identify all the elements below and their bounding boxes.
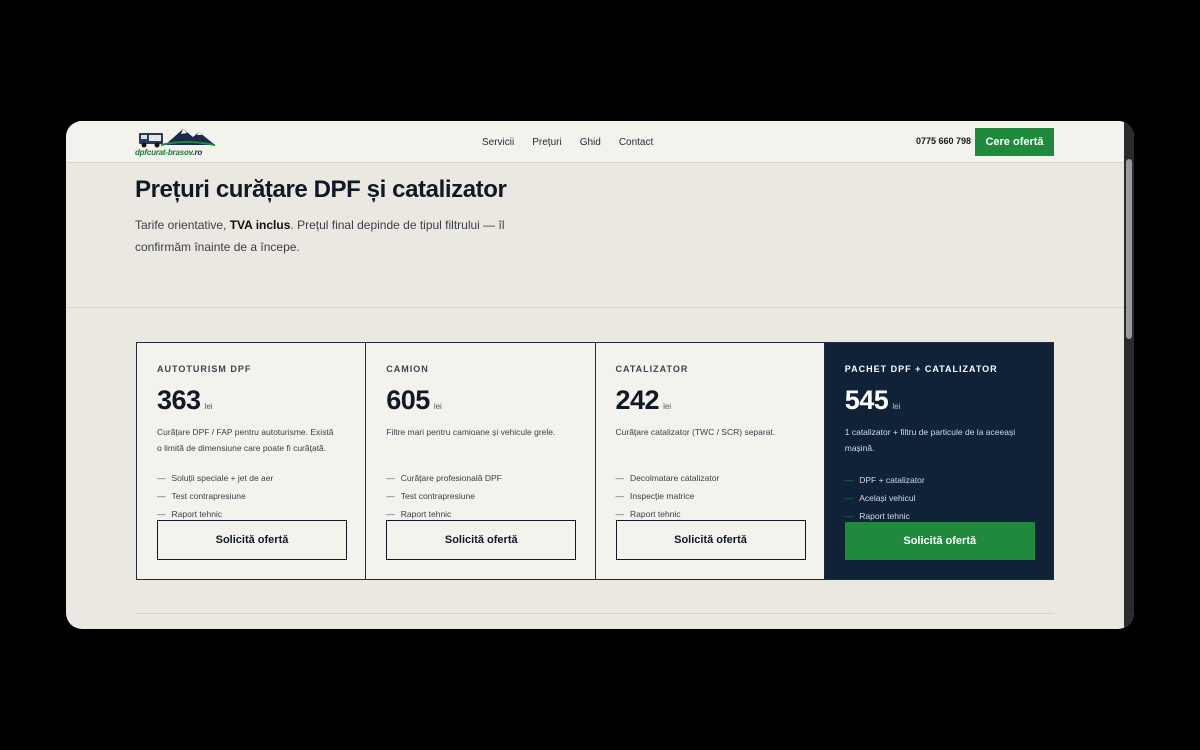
- price-unit: lei: [204, 402, 213, 411]
- card-description: Curățare DPF / FAP pentru autoturisme. E…: [157, 427, 334, 453]
- nav-contact[interactable]: Contact: [619, 137, 653, 148]
- vat-included-text: TVA inclus: [229, 218, 291, 232]
- card-price: 545: [844, 385, 889, 415]
- pricing-card-autoturism: AUTOTURISM DPF 363 lei Curățare DPF / FA…: [137, 343, 367, 579]
- page-title: Prețuri curățare DPF și catalizator: [135, 176, 507, 203]
- card-price: 605: [386, 385, 430, 415]
- truck-mountain-logo-icon: [139, 129, 216, 148]
- section-divider: [66, 307, 1124, 308]
- card-description: 1 catalizator + filtru de particule de l…: [844, 427, 1016, 453]
- browser-window: dpfcurat-brasov.ro Servicii Prețuri Ghid…: [66, 121, 1134, 629]
- feature-item: Soluții speciale + jet de aer: [157, 469, 274, 487]
- price-row: 545 lei: [845, 385, 901, 416]
- price-unit: lei: [892, 402, 901, 411]
- feature-list: Soluții speciale + jet de aer Test contr…: [157, 469, 274, 523]
- card-title: AUTOTURISM DPF: [157, 364, 252, 374]
- feature-item: DPF + catalizator: [845, 471, 924, 489]
- pricing-card-pachet: PACHET DPF + CATALIZATOR 545 lei 1 catal…: [824, 343, 1053, 579]
- logo[interactable]: dpfcurat-brasov.ro: [135, 125, 217, 159]
- phone-link[interactable]: 0775 660 798: [916, 136, 971, 146]
- price-unit: lei: [663, 402, 672, 411]
- card-price: 363: [157, 385, 201, 415]
- site-header: dpfcurat-brasov.ro Servicii Prețuri Ghid…: [66, 121, 1124, 163]
- price-row: 363 lei: [157, 385, 213, 416]
- hero-section: Prețuri curățare DPF și catalizator Tari…: [135, 176, 555, 258]
- price-unit: lei: [433, 402, 442, 411]
- request-offer-button[interactable]: Solicită ofertă: [844, 522, 1035, 560]
- price-row: 605 lei: [386, 385, 442, 416]
- page-intro: Tarife orientative, TVA inclus. Prețul f…: [135, 218, 505, 254]
- scrollbar-thumb[interactable]: [1126, 159, 1132, 339]
- price-row: 242 lei: [616, 385, 672, 416]
- nav-preturi[interactable]: Prețuri: [532, 137, 561, 148]
- feature-item: Curățare profesională DPF: [386, 469, 502, 487]
- feature-item: Inspecție matrice: [616, 487, 720, 505]
- feature-list: Curățare profesională DPF Test contrapre…: [386, 469, 502, 523]
- card-price: 242: [615, 385, 660, 415]
- feature-list: DPF + catalizator Același vehicul Raport…: [845, 471, 925, 525]
- request-quote-button[interactable]: Cere ofertă: [975, 128, 1054, 156]
- feature-item: Test contrapresiune: [386, 487, 502, 505]
- scrollbar[interactable]: [1124, 121, 1134, 629]
- card-title: PACHET DPF + CATALIZATOR: [844, 364, 998, 374]
- logo-text: dpfcurat-brasov.ro: [135, 148, 203, 157]
- card-title: CATALIZATOR: [615, 364, 689, 374]
- card-description: Filtre mari pentru camioane și vehicule …: [386, 427, 556, 437]
- pricing-card-catalizator: CATALIZATOR 242 lei Curățare catalizator…: [595, 343, 825, 579]
- request-offer-button[interactable]: Solicită ofertă: [386, 520, 577, 560]
- bottom-divider: [136, 613, 1054, 614]
- feature-item: Același vehicul: [845, 489, 925, 507]
- pricing-cards: AUTOTURISM DPF 363 lei Curățare DPF / FA…: [136, 342, 1054, 580]
- feature-list: Decolmatare catalizator Inspecție matric…: [616, 469, 720, 523]
- pricing-card-camion: CAMION 605 lei Filtre mari pentru camioa…: [366, 343, 596, 579]
- feature-item: Test contrapresiune: [157, 487, 273, 505]
- card-title: CAMION: [386, 364, 429, 374]
- feature-item: Decolmatare catalizator: [616, 469, 719, 487]
- request-offer-button[interactable]: Solicită ofertă: [157, 520, 347, 560]
- nav-ghid[interactable]: Ghid: [580, 137, 601, 148]
- nav-servicii[interactable]: Servicii: [482, 137, 514, 148]
- main-nav: Servicii Prețuri Ghid Contact: [482, 121, 653, 163]
- card-description: Curățare catalizator (TWC / SCR) separat…: [615, 427, 776, 437]
- request-offer-button[interactable]: Solicită ofertă: [615, 520, 806, 560]
